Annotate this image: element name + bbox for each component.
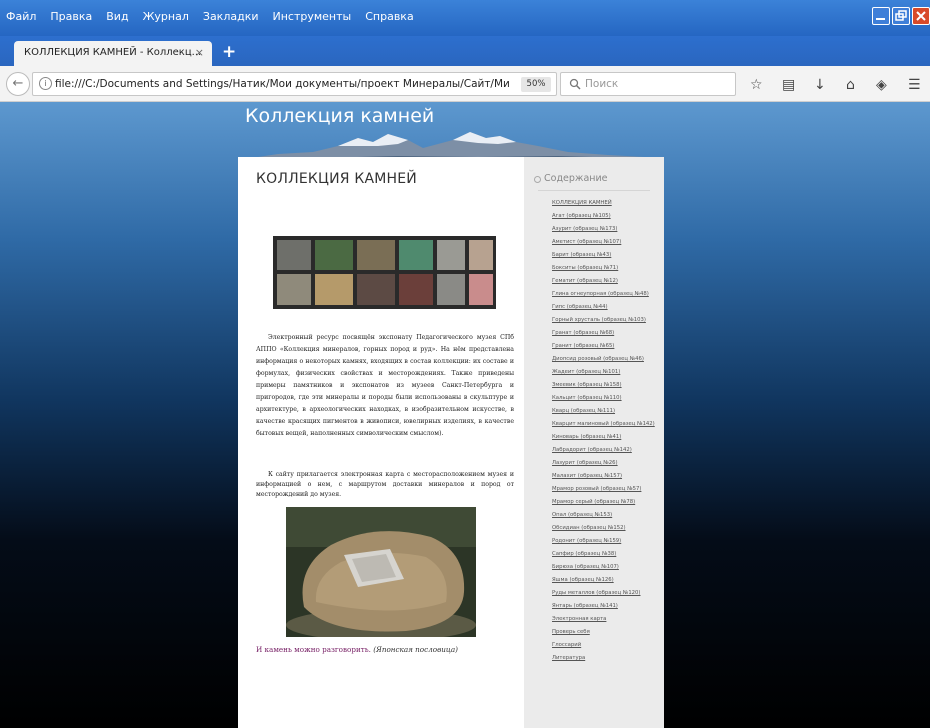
page-heading: КОЛЛЕКЦИЯ КАМНЕЙ bbox=[256, 171, 417, 187]
tab-close-icon[interactable]: × bbox=[195, 46, 204, 59]
toc-link[interactable]: Лабрадорит (образец №142) bbox=[552, 444, 664, 457]
back-arrow-icon: ← bbox=[12, 76, 24, 91]
navigation-bar: ← i file:///C:/Documents and Settings/На… bbox=[0, 66, 930, 102]
intro-paragraph: Электронный ресурс посвящён экспонату Пе… bbox=[256, 334, 514, 437]
restore-icon bbox=[895, 10, 907, 21]
mountains-banner bbox=[238, 132, 664, 160]
toc-sidebar: Содержание КОЛЛЕКЦИЯ КАМНЕЙАгат (образец… bbox=[524, 157, 664, 728]
toc-divider bbox=[538, 190, 650, 191]
map-paragraph: К сайту прилагается электронная карта с … bbox=[256, 471, 514, 498]
toc-link[interactable]: Глина огнеупорная (образец №48) bbox=[552, 288, 664, 301]
toc-link[interactable]: Родонит (образец №159) bbox=[552, 535, 664, 548]
new-tab-button[interactable]: + bbox=[222, 42, 236, 62]
toc-link[interactable]: Сапфир (образец №38) bbox=[552, 548, 664, 561]
toc-link[interactable]: Мрамор розовый (образец №57) bbox=[552, 483, 664, 496]
toc-link[interactable]: Кальцит (образец №110) bbox=[552, 392, 664, 405]
menu-bar: Файл Правка Вид Журнал Закладки Инструме… bbox=[0, 0, 930, 36]
browser-tab[interactable]: КОЛЛЕКЦИЯ КАМНЕЙ - Коллекц... × bbox=[14, 41, 212, 66]
toc-list: КОЛЛЕКЦИЯ КАМНЕЙАгат (образец №105)Азури… bbox=[534, 197, 664, 665]
site-title: Коллекция камней bbox=[245, 105, 435, 127]
tab-title: КОЛЛЕКЦИЯ КАМНЕЙ - Коллекц... bbox=[24, 47, 202, 58]
toc-link[interactable]: Агат (образец №105) bbox=[552, 210, 664, 223]
toc-link[interactable]: Опал (образец №153) bbox=[552, 509, 664, 522]
address-bar[interactable]: i file:///C:/Documents and Settings/Нати… bbox=[32, 72, 557, 96]
downloads-icon[interactable]: ↓ bbox=[814, 77, 826, 93]
toc-link[interactable]: КОЛЛЕКЦИЯ КАМНЕЙ bbox=[552, 197, 664, 210]
toc-link[interactable]: Руды металлов (образец №120) bbox=[552, 587, 664, 600]
toc-link[interactable]: Бокситы (образец №71) bbox=[552, 262, 664, 275]
toc-link[interactable]: Аметист (образец №107) bbox=[552, 236, 664, 249]
toc-link[interactable]: Проверь себя bbox=[552, 626, 664, 639]
minimize-button[interactable] bbox=[872, 7, 890, 25]
proverb-line: И камень можно разговорить. (Японская по… bbox=[256, 645, 516, 654]
toc-link[interactable]: Бирюза (образец №107) bbox=[552, 561, 664, 574]
toc-link[interactable]: Диопсид розовый (образец №46) bbox=[552, 353, 664, 366]
toc-link[interactable]: Глоссарий bbox=[552, 639, 664, 652]
pocket-icon[interactable]: ◈ bbox=[876, 77, 887, 93]
stone-monument-image bbox=[286, 507, 476, 637]
toc-link[interactable]: Лазурит (образец №26) bbox=[552, 457, 664, 470]
reading-list-icon[interactable]: ▤ bbox=[782, 77, 795, 93]
menu-edit[interactable]: Правка bbox=[50, 10, 92, 23]
menu-view[interactable]: Вид bbox=[106, 10, 128, 23]
menu-history[interactable]: Журнал bbox=[143, 10, 189, 23]
menu-hamburger-icon[interactable]: ☰ bbox=[908, 77, 921, 93]
back-button[interactable]: ← bbox=[6, 72, 30, 96]
toc-link[interactable]: Киноварь (образец №41) bbox=[552, 431, 664, 444]
search-icon bbox=[569, 78, 581, 90]
url-text: file:///C:/Documents and Settings/Натик/… bbox=[55, 78, 510, 90]
toc-link[interactable]: Кварц (образец №111) bbox=[552, 405, 664, 418]
menu-file[interactable]: Файл bbox=[6, 10, 36, 23]
menu-help[interactable]: Справка bbox=[365, 10, 413, 23]
search-placeholder: Поиск bbox=[585, 78, 619, 90]
menu-tools[interactable]: Инструменты bbox=[273, 10, 352, 23]
toc-link[interactable]: Азурит (образец №173) bbox=[552, 223, 664, 236]
search-input[interactable]: Поиск bbox=[560, 72, 736, 96]
toc-link[interactable]: Гранит (образец №65) bbox=[552, 340, 664, 353]
restore-button[interactable] bbox=[892, 7, 910, 25]
stones-collection-image bbox=[273, 236, 496, 309]
close-window-button[interactable] bbox=[912, 7, 930, 25]
toc-link[interactable]: Яшма (образец №126) bbox=[552, 574, 664, 587]
tab-strip: КОЛЛЕКЦИЯ КАМНЕЙ - Коллекц... × + bbox=[0, 36, 930, 66]
toc-link[interactable]: Гранат (образец №68) bbox=[552, 327, 664, 340]
bookmark-star-icon[interactable]: ☆ bbox=[750, 77, 763, 93]
toc-link[interactable]: Кварцит малиновый (образец №142) bbox=[552, 418, 664, 431]
minimize-icon bbox=[876, 18, 885, 20]
toc-heading: Содержание bbox=[534, 173, 664, 184]
toc-link[interactable]: Обсидиан (образец №152) bbox=[552, 522, 664, 535]
info-icon[interactable]: i bbox=[39, 77, 52, 90]
toc-link[interactable]: Гематит (образец №12) bbox=[552, 275, 664, 288]
toc-link[interactable]: Жадеит (образец №101) bbox=[552, 366, 664, 379]
page-viewport: Коллекция камней КОЛЛЕКЦИЯ КАМНЕЙ Электр… bbox=[0, 102, 930, 728]
toc-link[interactable]: Горный хрусталь (образец №103) bbox=[552, 314, 664, 327]
toc-link[interactable]: Змеевик (образец №158) bbox=[552, 379, 664, 392]
toc-link[interactable]: Барит (образец №43) bbox=[552, 249, 664, 262]
toc-link[interactable]: Литература bbox=[552, 652, 664, 665]
toc-link[interactable]: Малахит (образец №157) bbox=[552, 470, 664, 483]
toc-link[interactable]: Гипс (образец №44) bbox=[552, 301, 664, 314]
toc-link[interactable]: Янтарь (образец №141) bbox=[552, 600, 664, 613]
toc-link[interactable]: Мрамор серый (образец №78) bbox=[552, 496, 664, 509]
main-content: КОЛЛЕКЦИЯ КАМНЕЙ Электронный ресурс посв… bbox=[238, 157, 524, 728]
toc-link[interactable]: Электронная карта bbox=[552, 613, 664, 626]
proverb-author: (Японская пословица) bbox=[373, 645, 458, 654]
close-icon bbox=[916, 11, 926, 21]
proverb-text: И камень можно разговорить. bbox=[256, 645, 371, 654]
home-icon[interactable]: ⌂ bbox=[846, 77, 855, 93]
menu-bookmarks[interactable]: Закладки bbox=[203, 10, 259, 23]
zoom-level[interactable]: 50% bbox=[521, 77, 551, 92]
menu-items: Файл Правка Вид Журнал Закладки Инструме… bbox=[6, 10, 414, 23]
